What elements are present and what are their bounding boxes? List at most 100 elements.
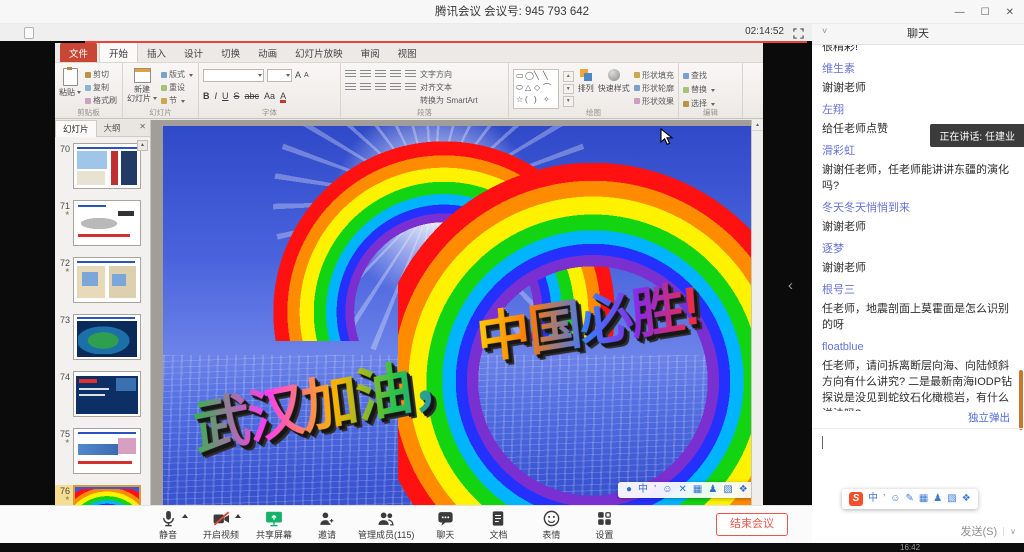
quick-styles-button[interactable]: 快速样式	[598, 66, 630, 107]
justify-icon[interactable]	[390, 83, 401, 91]
shapes-scroll-down-icon[interactable]: ▼	[563, 84, 574, 95]
close-button[interactable]: ✕	[1006, 7, 1014, 18]
ime-tool-icon[interactable]: ▦	[919, 494, 928, 504]
smartart-button[interactable]: 转换为 SmartArt	[420, 94, 478, 107]
shapes-gallery[interactable]: ▭◯╲╲⬭△◇⌒☆()✧	[513, 69, 559, 109]
slide-thumbnail[interactable]	[73, 371, 141, 417]
toolbar-document-button[interactable]: 文档	[476, 509, 520, 541]
font-size-select[interactable]	[267, 69, 292, 82]
ime-tool-icon[interactable]: ’	[654, 485, 656, 495]
line-spacing-icon[interactable]	[405, 70, 416, 78]
shape-icon[interactable]: ◯	[525, 70, 534, 82]
indent-decrease-icon[interactable]	[375, 70, 386, 78]
font-style-button[interactable]: abc	[245, 91, 260, 101]
font-style-button[interactable]: A	[280, 92, 286, 103]
font-style-button[interactable]: B	[203, 91, 210, 101]
ime-tool-icon[interactable]: ▧	[947, 494, 956, 504]
font-name-select[interactable]	[203, 69, 264, 82]
ppt-tab-插入[interactable]: 插入	[138, 43, 175, 62]
slide-thumbnail[interactable]	[73, 200, 141, 246]
slide-thumbnail[interactable]	[73, 485, 141, 505]
ppt-tab-视图[interactable]: 视图	[389, 43, 426, 62]
ime-tool-icon[interactable]: ❖	[962, 494, 971, 504]
chat-scrollbar[interactable]	[1019, 370, 1023, 430]
ppt-tab-幻灯片放映[interactable]: 幻灯片放映	[286, 43, 352, 62]
collapse-chat-icon[interactable]: ‹	[788, 277, 793, 294]
panel-close-icon[interactable]: ✕	[139, 122, 146, 131]
shape-icon[interactable]: ⌒	[543, 82, 552, 94]
toolbar-members-button[interactable]: 管理成员(115)	[358, 509, 414, 541]
minimize-button[interactable]: —	[955, 7, 965, 18]
ime-toolbar[interactable]: S 中’☺✎▦♟▧❖	[842, 489, 978, 509]
ime-tool-icon[interactable]: 中	[638, 485, 648, 495]
ime-tool-icon[interactable]: ☺	[662, 485, 672, 495]
slide-thumbnail[interactable]	[73, 314, 141, 360]
ime-tool-icon[interactable]: 中	[868, 494, 878, 504]
font-style-button[interactable]: U	[222, 91, 229, 101]
toolbar-camera-off-button[interactable]: 开启视频	[199, 509, 243, 541]
ime-tool-icon[interactable]: ✎	[905, 494, 913, 504]
ppt-tab-动画[interactable]: 动画	[249, 43, 286, 62]
shapes-more-icon[interactable]: ▼	[563, 96, 574, 107]
align-text-button[interactable]: 对齐文本	[420, 81, 478, 94]
shape-icon[interactable]: ╲	[543, 70, 552, 82]
format-painter-button[interactable]: 格式刷	[85, 95, 117, 107]
bullets-icon[interactable]	[345, 70, 356, 78]
new-slide-button[interactable]: 新建幻灯片	[127, 66, 157, 107]
toolbar-share-screen-button[interactable]: 共享屏幕	[252, 509, 296, 541]
numbering-icon[interactable]	[360, 70, 371, 78]
thumbnail-scroll-up-icon[interactable]: ▲	[137, 140, 148, 151]
tab-slides[interactable]: 幻灯片	[55, 120, 97, 137]
toolbar-invite-button[interactable]: 邀请	[305, 509, 349, 541]
text-direction-button[interactable]: 文字方向	[420, 68, 478, 81]
shape-icon[interactable]: △	[525, 82, 534, 94]
shape-outline-button[interactable]: 形状轮廓	[634, 82, 674, 95]
chevron-down-icon[interactable]: ˅	[822, 26, 827, 36]
shape-icon[interactable]: ⬭	[516, 82, 525, 94]
shrink-font-icon[interactable]: A	[304, 72, 309, 79]
shape-icon[interactable]: )	[534, 94, 543, 106]
ppt-tab-文件[interactable]: 文件	[60, 43, 97, 62]
paste-button[interactable]: 粘贴	[59, 66, 81, 107]
ime-tool-icon[interactable]: ☺	[890, 494, 900, 504]
ppt-tab-审阅[interactable]: 审阅	[352, 43, 389, 62]
send-options-icon[interactable]: ∨	[1003, 527, 1016, 536]
ppt-tab-开始[interactable]: 开始	[99, 43, 138, 62]
align-left-icon[interactable]	[345, 83, 356, 91]
shape-icon[interactable]: ✧	[543, 94, 552, 106]
layout-button[interactable]: 版式	[161, 69, 193, 81]
shape-icon[interactable]: ▭	[516, 70, 525, 82]
align-right-icon[interactable]	[375, 83, 386, 91]
ime-tool-icon[interactable]: ’	[883, 494, 885, 504]
shapes-scroll-up-icon[interactable]: ▲	[563, 71, 574, 82]
align-center-icon[interactable]	[360, 83, 371, 91]
toolbar-chat-button[interactable]: 聊天	[423, 509, 467, 541]
slide-thumbnail[interactable]	[73, 428, 141, 474]
toolbar-emoji-button[interactable]: 表情	[529, 509, 573, 541]
ppt-tab-设计[interactable]: 设计	[175, 43, 212, 62]
shape-icon[interactable]: ◇	[534, 82, 543, 94]
shape-fill-button[interactable]: 形状填充	[634, 69, 674, 82]
slide-thumbnail[interactable]	[73, 143, 141, 189]
ppt-tab-切换[interactable]: 切换	[212, 43, 249, 62]
caret-up-icon[interactable]	[182, 514, 188, 518]
cut-button[interactable]: 剪切	[85, 69, 117, 81]
font-style-button[interactable]: Aa	[264, 91, 275, 101]
ime-tool-icon[interactable]: ▦	[693, 485, 702, 495]
font-style-button[interactable]: I	[215, 91, 218, 101]
tab-outline[interactable]: 大纲	[97, 120, 128, 136]
ime-tool-icon[interactable]: ❖	[739, 485, 748, 495]
toolbar-microphone-button[interactable]: 静音	[146, 509, 190, 541]
font-style-button[interactable]: S	[234, 91, 240, 101]
replace-button[interactable]: 替换	[683, 84, 715, 96]
shape-icon[interactable]: ☆	[516, 94, 525, 106]
columns-icon[interactable]	[405, 83, 416, 91]
maximize-button[interactable]: ☐	[981, 7, 990, 18]
send-button[interactable]: 发送(S)∨	[960, 523, 1016, 539]
slide-thumbnail[interactable]	[73, 257, 141, 303]
sogou-logo-icon[interactable]: S	[849, 492, 863, 506]
grow-font-icon[interactable]: A	[295, 70, 301, 80]
toolbar-settings-button[interactable]: 设置	[582, 509, 626, 541]
caret-up-icon[interactable]	[235, 514, 241, 518]
ime-tool-icon[interactable]: ▧	[723, 485, 732, 495]
